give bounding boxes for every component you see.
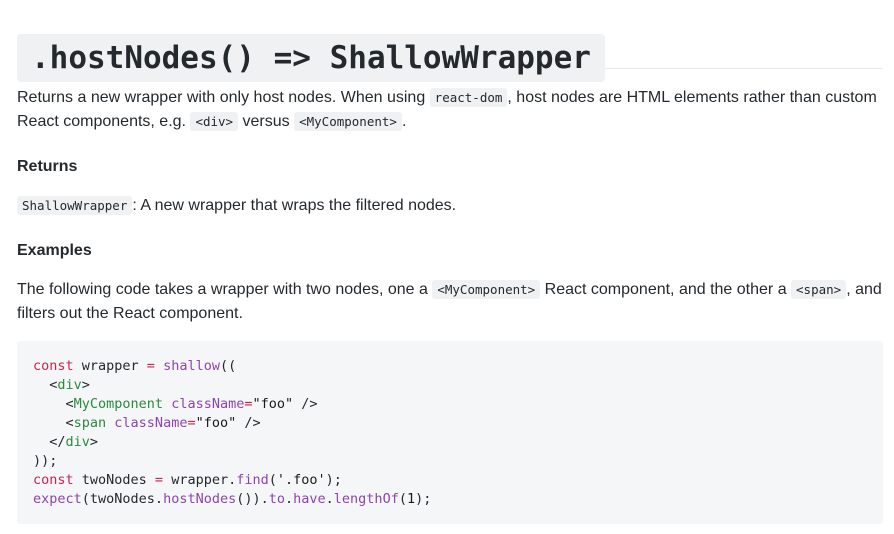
code-token: ( (398, 491, 407, 507)
inline-code-shallowwrapper: ShallowWrapper (17, 196, 133, 215)
code-token: (( (219, 358, 237, 374)
code-line: <MyComponent className="foo" /> (33, 395, 867, 414)
code-token: MyComponent (73, 396, 164, 412)
code-token: ); (415, 491, 432, 507)
code-token: lengthOf (333, 491, 399, 507)
inline-code-mycomponent: <MyComponent> (294, 112, 402, 131)
code-token: const (33, 358, 74, 374)
code-token: '.foo' (276, 472, 326, 488)
code-token: = (187, 415, 196, 431)
examples-text-2: React component, and the other a (540, 281, 792, 298)
title-section: .hostNodes() => ShallowWrapper (17, 12, 883, 82)
code-token: < (33, 415, 74, 431)
code-token: wrapper (73, 358, 147, 374)
returns-heading: Returns (17, 158, 78, 175)
intro-text-4: . (401, 113, 407, 130)
code-token: span (73, 415, 107, 431)
code-line: <span className="foo" /> (33, 414, 867, 433)
code-token: ()). (236, 491, 269, 507)
code-token: < (33, 377, 58, 393)
code-line: expect(twoNodes.hostNodes()).to.have.len… (33, 490, 867, 509)
intro-text-1: Returns a new wrapper with only host nod… (17, 89, 430, 106)
code-token: twoNodes (73, 472, 155, 488)
code-line: const wrapper = shallow(( (33, 357, 867, 376)
code-line: <div> (33, 376, 867, 395)
code-token: shallow (163, 358, 220, 374)
code-token: "foo" (252, 396, 294, 412)
examples-text-1: The following code takes a wrapper with … (17, 281, 433, 298)
code-token: have (293, 491, 326, 507)
code-token: hostNodes (163, 491, 237, 507)
code-token: . (325, 491, 334, 507)
code-token: 1 (406, 491, 416, 507)
code-token: wrapper. (163, 472, 237, 488)
code-token: const (33, 472, 74, 488)
code-token: find (236, 472, 269, 488)
intro-text-3: versus (238, 113, 295, 130)
code-token: div (57, 377, 82, 393)
code-token: > (89, 434, 99, 450)
code-token: div (65, 434, 90, 450)
code-token: ); (325, 472, 342, 488)
intro-paragraph: Returns a new wrapper with only host nod… (17, 86, 883, 134)
examples-paragraph: The following code takes a wrapper with … (17, 278, 883, 326)
code-line: </div> (33, 433, 867, 452)
inline-code-span: <span> (791, 280, 847, 299)
code-token: ( (268, 472, 277, 488)
code-token: < (33, 396, 74, 412)
code-line: const twoNodes = wrapper.find('.foo'); (33, 471, 867, 490)
returns-paragraph: ShallowWrapper: A new wrapper that wraps… (17, 194, 456, 218)
code-token: (twoNodes. (81, 491, 164, 507)
returns-text: : A new wrapper that wraps the filtered … (132, 197, 457, 214)
code-token: </ (33, 434, 66, 450)
code-token: = (146, 358, 155, 374)
code-token: to (268, 491, 285, 507)
code-token: className (171, 396, 245, 412)
code-line: )); (33, 452, 867, 471)
code-token: /> (236, 415, 261, 431)
code-token: )); (33, 453, 58, 469)
code-block[interactable]: const wrapper = shallow(( <div> <MyCompo… (17, 341, 883, 524)
examples-heading: Examples (17, 242, 92, 259)
inline-code-div: <div> (190, 112, 239, 131)
code-token: = (154, 472, 164, 488)
doc-content: .hostNodes() => ShallowWrapper Returns a… (17, 12, 883, 524)
code-token: expect (33, 491, 82, 507)
code-token: /> (293, 396, 318, 412)
code-token: "foo" (195, 415, 237, 431)
code-token: > (81, 377, 90, 393)
code-token: . (285, 491, 294, 507)
page-title: .hostNodes() => ShallowWrapper (17, 33, 605, 82)
inline-code-mycomponent-2: <MyComponent> (432, 280, 541, 299)
inline-code-react-dom: react-dom (429, 88, 508, 107)
code-token: className (114, 415, 188, 431)
